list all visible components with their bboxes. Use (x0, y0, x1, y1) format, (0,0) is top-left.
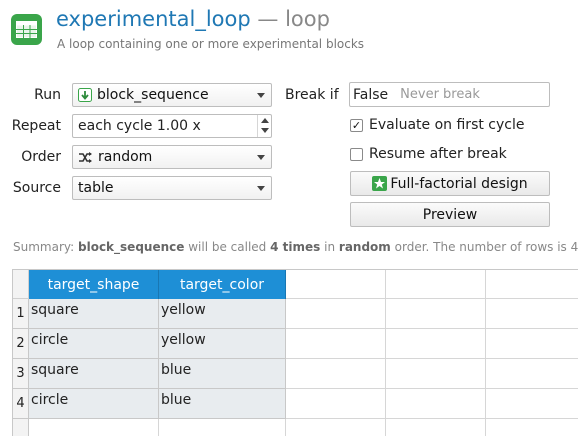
source-label: Source (12, 180, 61, 196)
arrow-up-icon[interactable] (261, 118, 269, 123)
order-label: Order (21, 149, 61, 165)
checkbox-checked-icon[interactable]: ✓ (350, 118, 363, 132)
full-factorial-label: Full-factorial design (390, 175, 528, 192)
resume-after-break-checkbox[interactable]: Resume after break (350, 146, 507, 162)
column-header-empty[interactable] (486, 270, 578, 299)
table-cell-empty[interactable] (286, 299, 386, 329)
break-if-placeholder: Never break (400, 87, 480, 102)
table-cell[interactable]: circle (29, 329, 159, 359)
table-cell[interactable]: square (29, 299, 159, 329)
table-cell[interactable]: blue (159, 389, 286, 419)
table-cell-empty[interactable] (286, 359, 386, 389)
evaluate-first-checkbox[interactable]: ✓ Evaluate on first cycle (350, 117, 524, 133)
table-cell-empty[interactable] (286, 419, 386, 436)
table-cell[interactable]: square (29, 359, 159, 389)
table-cell-empty[interactable] (486, 359, 578, 389)
sequence-arrow-icon (78, 88, 92, 102)
table-cell-empty[interactable] (286, 329, 386, 359)
preview-label: Preview (422, 206, 478, 223)
column-header-target-color[interactable]: target_color (159, 270, 286, 299)
order-select[interactable]: random (72, 145, 272, 169)
table-cell[interactable]: yellow (159, 329, 286, 359)
table-cell-empty[interactable] (386, 299, 486, 329)
table-cell[interactable]: blue (159, 359, 286, 389)
row-number[interactable]: 4 (13, 389, 29, 419)
break-if-value: False (353, 86, 389, 103)
item-name[interactable]: experimental_loop (56, 7, 251, 31)
repeat-value: each cycle 1.00 x (78, 118, 201, 134)
chevron-down-icon (257, 155, 265, 160)
source-select[interactable]: table (72, 176, 272, 200)
chevron-down-icon (257, 186, 265, 191)
order-select-value: random (98, 149, 153, 165)
row-number[interactable]: 3 (13, 359, 29, 389)
run-label: Run (34, 87, 61, 103)
summary-text: Summary: block_sequence will be called 4… (13, 240, 578, 254)
table-corner[interactable] (13, 270, 29, 299)
checkbox-unchecked-icon[interactable] (350, 147, 363, 161)
table-cell-empty[interactable] (29, 419, 159, 436)
row-number-empty[interactable] (13, 419, 29, 436)
chevron-down-icon (257, 93, 265, 98)
resume-after-break-label: Resume after break (369, 146, 507, 162)
row-number[interactable]: 2 (13, 329, 29, 359)
row-number[interactable]: 1 (13, 299, 29, 329)
table-cell-empty[interactable] (386, 389, 486, 419)
table-cell-empty[interactable] (486, 299, 578, 329)
run-select[interactable]: block_sequence (72, 83, 272, 107)
table-cell-empty[interactable] (386, 419, 486, 436)
table-cell-empty[interactable] (486, 389, 578, 419)
table-cell[interactable]: circle (29, 389, 159, 419)
repeat-stepper[interactable] (257, 115, 271, 137)
repeat-label: Repeat (11, 118, 61, 134)
item-description[interactable]: A loop containing one or more experiment… (57, 37, 364, 51)
table-cell-empty[interactable] (286, 389, 386, 419)
break-if-label: Break if (285, 87, 339, 103)
table-cell-empty[interactable] (486, 419, 578, 436)
table-cell-empty[interactable] (486, 329, 578, 359)
source-select-value: table (78, 180, 114, 196)
page-title: experimental_loop — loop (56, 7, 330, 31)
preview-button[interactable]: Preview (350, 202, 550, 227)
shuffle-icon (78, 151, 93, 164)
table-grid-icon (11, 14, 42, 45)
title-separator: — loop (257, 7, 330, 31)
run-select-value: block_sequence (97, 87, 209, 103)
column-header-empty[interactable] (386, 270, 486, 299)
table-cell-empty[interactable] (386, 329, 486, 359)
repeat-spinbox[interactable]: each cycle 1.00 x (72, 114, 272, 138)
full-factorial-button[interactable]: Full-factorial design (350, 171, 550, 196)
table-cell-empty[interactable] (386, 359, 486, 389)
loop-table[interactable]: target_shape target_color 1 square yello… (12, 269, 578, 436)
star-icon (372, 176, 388, 191)
table-cell[interactable]: yellow (159, 299, 286, 329)
column-header-target-shape[interactable]: target_shape (29, 270, 159, 299)
break-if-input[interactable]: False Never break (349, 82, 550, 107)
table-cell-empty[interactable] (159, 419, 286, 436)
evaluate-first-label: Evaluate on first cycle (369, 117, 525, 133)
column-header-empty[interactable] (286, 270, 386, 299)
arrow-down-icon[interactable] (261, 128, 269, 133)
